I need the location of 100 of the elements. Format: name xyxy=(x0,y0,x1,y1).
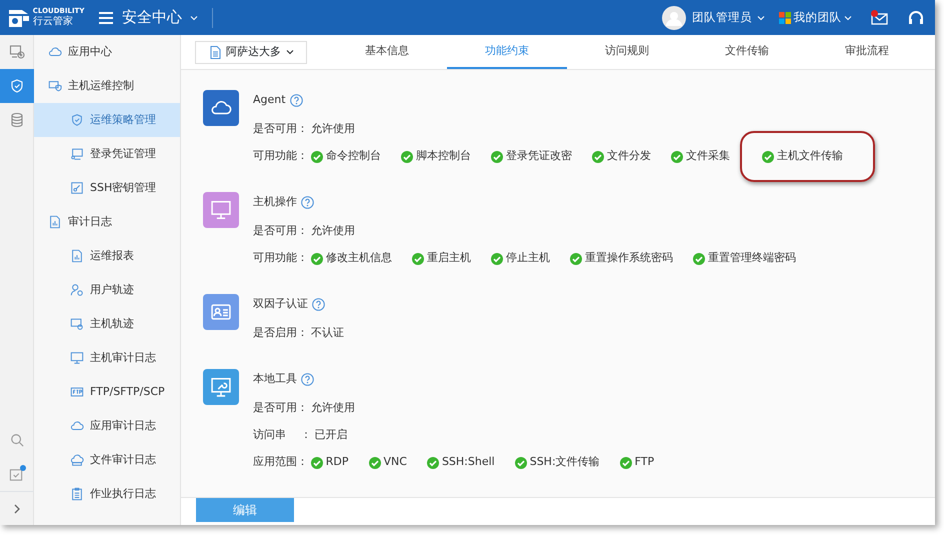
field-value: 允许使用 xyxy=(310,121,355,138)
check-icon xyxy=(400,150,413,162)
check-icon xyxy=(368,456,380,468)
sidebar-item[interactable]: 主机轨迹 xyxy=(34,307,180,341)
check-icon xyxy=(592,150,604,162)
sidebar-item[interactable]: 主机运维控制 xyxy=(34,69,180,103)
feature-label: 重启主机 xyxy=(426,250,471,266)
checklist-icon xyxy=(9,466,24,482)
sidebar-item[interactable]: 应用审计日志 xyxy=(34,409,180,443)
caret-icon xyxy=(286,49,294,55)
field-label: 是否启用： xyxy=(253,325,308,342)
menu-button[interactable] xyxy=(98,10,114,24)
sidebar-item[interactable]: 文件审计日志 xyxy=(34,443,180,477)
sidebar-item[interactable]: FTP/SFTP/SCP xyxy=(34,375,180,409)
sidebar-item[interactable]: SSH密钥管理 xyxy=(34,171,180,205)
section-title: Agent xyxy=(253,92,286,108)
cloud-icon xyxy=(70,419,84,433)
check-icon xyxy=(692,252,705,264)
feature-label: 文件采集 xyxy=(686,148,730,164)
field-value: 已开启 xyxy=(314,427,348,444)
help-icon[interactable] xyxy=(301,372,314,386)
mail-button[interactable] xyxy=(871,10,890,24)
feature-label: 重置管理终端密码 xyxy=(708,250,796,266)
shield-icon xyxy=(70,113,84,127)
tab[interactable]: 文件传输 xyxy=(687,35,807,69)
field-label: 访问串 ： xyxy=(253,427,312,444)
field-label: 是否可用： xyxy=(253,121,308,138)
monitor-shield-icon xyxy=(48,79,62,93)
feature-label: 登录凭证改密 xyxy=(506,148,572,164)
sidebar-item[interactable]: 审计日志 xyxy=(34,205,180,239)
sidebar-item[interactable]: 用户轨迹 xyxy=(34,273,180,307)
check-icon xyxy=(570,252,582,264)
key-icon xyxy=(70,181,84,195)
check-icon xyxy=(620,456,632,468)
check-icon xyxy=(412,252,424,264)
ftp-icon xyxy=(70,385,84,399)
field-label: 可用功能： xyxy=(253,250,308,266)
tab[interactable]: 审批流程 xyxy=(807,35,927,69)
team-menu[interactable]: 我的团队 xyxy=(778,8,852,26)
user-menu[interactable]: 团队管理员 xyxy=(662,6,766,30)
feature-label: 停止主机 xyxy=(506,250,550,266)
sidebar-item[interactable]: 应用中心 xyxy=(34,35,180,69)
section-title: 本地工具 xyxy=(253,370,297,387)
feature-label: FTP xyxy=(634,454,654,470)
caret-icon xyxy=(844,14,852,20)
check-icon xyxy=(310,150,323,162)
monitor-clock-icon xyxy=(70,317,84,331)
help-icon[interactable] xyxy=(290,94,303,106)
database-icon xyxy=(8,112,24,128)
check-icon xyxy=(670,150,683,162)
feature-label: 修改主机信息 xyxy=(326,250,392,266)
field-label: 可用功能： xyxy=(253,148,308,164)
host-selector[interactable]: 阿萨达大多 xyxy=(195,40,307,64)
help-icon[interactable] xyxy=(301,196,314,208)
feature-label: 命令控制台 xyxy=(326,148,381,164)
tab[interactable]: 基本信息 xyxy=(327,35,447,69)
field-value: 允许使用 xyxy=(310,223,355,240)
section-title: 双因子认证 xyxy=(253,296,308,312)
feature-label: 脚本控制台 xyxy=(416,148,471,164)
grid-logo-icon xyxy=(778,12,791,24)
check-icon xyxy=(514,456,527,468)
user-clock-icon xyxy=(70,283,84,297)
section-title: 主机操作 xyxy=(253,194,297,210)
envelope-icon xyxy=(871,10,890,24)
field-label: 是否可用： xyxy=(253,400,308,416)
sidebar-item[interactable]: 作业执行日志 xyxy=(34,477,180,511)
chevron-right-icon xyxy=(12,502,20,514)
check-icon xyxy=(310,456,323,468)
feature-label: SSH:文件传输 xyxy=(530,454,600,470)
monitor-icon xyxy=(70,147,84,161)
cloud-icon xyxy=(48,45,62,59)
sidebar-item[interactable]: 运维报表 xyxy=(34,239,180,273)
sidebar-item[interactable]: 主机审计日志 xyxy=(34,341,180,375)
avatar-icon xyxy=(662,6,686,30)
monitor-icon xyxy=(70,351,84,365)
headset-button[interactable] xyxy=(908,10,924,26)
feature-label: 文件分发 xyxy=(606,148,651,164)
sidebar-item[interactable]: 登录凭证管理 xyxy=(34,137,180,171)
clipboard-icon xyxy=(70,487,84,501)
headset-icon xyxy=(908,10,924,26)
check-icon xyxy=(310,252,323,264)
caret-icon xyxy=(190,14,198,20)
tab[interactable]: 访问规则 xyxy=(567,35,687,69)
check-icon xyxy=(490,252,503,264)
sidebar-item[interactable]: 运维策略管理 xyxy=(34,103,180,137)
feature-label: RDP xyxy=(326,454,348,470)
tab[interactable]: 功能约束 xyxy=(447,35,567,69)
field-value: 允许使用 xyxy=(310,400,355,416)
caret-icon xyxy=(757,14,766,20)
check-icon xyxy=(762,150,774,162)
monitor-plus-icon xyxy=(8,44,24,60)
cloud-icon xyxy=(70,453,84,467)
field-label: 是否可用： xyxy=(253,223,308,240)
document-chart-icon xyxy=(48,215,62,229)
menu-icon xyxy=(98,10,114,24)
feature-label: 重置操作系统密码 xyxy=(584,250,673,266)
check-icon xyxy=(490,150,503,162)
check-icon xyxy=(426,456,439,468)
help-icon[interactable] xyxy=(312,298,325,310)
document-chart-icon xyxy=(70,249,84,263)
